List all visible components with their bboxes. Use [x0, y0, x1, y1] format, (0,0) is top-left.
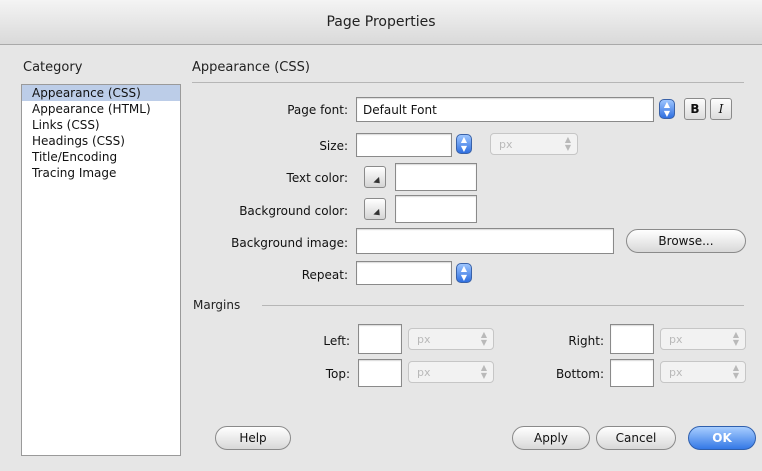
left-margin-label: Left: [323, 334, 350, 348]
margins-divider [262, 305, 744, 306]
background-image-field[interactable] [356, 228, 614, 254]
page-font-value: Default Font [363, 103, 437, 117]
category-item-title-encoding[interactable]: Title/Encoding [22, 149, 180, 165]
left-margin-unit: px [417, 333, 431, 346]
help-button[interactable]: Help [215, 426, 291, 450]
top-margin-unit: px [417, 366, 431, 379]
browse-button[interactable]: Browse... [626, 229, 746, 253]
right-margin-unit-select: px ▲ ▼ [660, 328, 746, 350]
category-list: Appearance (CSS) Appearance (HTML) Links… [21, 84, 181, 456]
size-unit-select: px ▲ ▼ [490, 133, 578, 155]
repeat-label: Repeat: [301, 268, 348, 282]
category-item-links-css[interactable]: Links (CSS) [22, 117, 180, 133]
bottom-margin-unit-arrows-icon: ▲ ▼ [732, 363, 739, 380]
background-color-field[interactable] [395, 195, 477, 223]
background-color-label: Background color: [239, 204, 348, 218]
page-font-field[interactable]: Default Font [356, 97, 654, 122]
right-margin-unit-arrows-icon: ▲ ▼ [732, 330, 739, 347]
bottom-margin-field[interactable] [610, 359, 654, 387]
ok-button[interactable]: OK [688, 426, 756, 450]
bottom-margin-unit: px [669, 366, 683, 379]
margins-heading: Margins [193, 298, 241, 312]
right-margin-label: Right: [568, 334, 604, 348]
category-item-appearance-css[interactable]: Appearance (CSS) [22, 85, 180, 101]
bottom-margin-label: Bottom: [555, 367, 604, 381]
text-color-picker[interactable] [364, 166, 386, 188]
category-item-appearance-html[interactable]: Appearance (HTML) [22, 101, 180, 117]
repeat-select[interactable] [356, 261, 452, 285]
background-image-label: Background image: [231, 236, 348, 250]
size-unit: px [499, 138, 513, 151]
category-item-headings-css[interactable]: Headings (CSS) [22, 133, 180, 149]
size-dropdown[interactable]: ▲ ▼ [456, 134, 472, 154]
background-color-picker[interactable] [364, 198, 386, 220]
apply-button[interactable]: Apply [512, 426, 590, 450]
top-margin-label: Top: [325, 367, 350, 381]
size-field[interactable] [356, 133, 452, 157]
size-label: Size: [319, 139, 348, 153]
top-margin-field[interactable] [358, 359, 402, 387]
top-margin-unit-select: px ▲ ▼ [408, 361, 494, 383]
cancel-button[interactable]: Cancel [596, 426, 676, 450]
section-divider [192, 82, 744, 83]
category-item-tracing-image[interactable]: Tracing Image [22, 165, 180, 181]
page-font-dropdown[interactable]: ▲ ▼ [659, 99, 675, 119]
top-margin-unit-arrows-icon: ▲ ▼ [480, 363, 487, 380]
text-color-label: Text color: [286, 171, 348, 185]
bold-button[interactable]: B [684, 98, 706, 120]
window-title: Page Properties [0, 0, 762, 45]
right-margin-unit: px [669, 333, 683, 346]
section-title: Appearance (CSS) [192, 60, 310, 75]
size-unit-arrows-icon: ▲ ▼ [564, 135, 571, 152]
repeat-dropdown[interactable]: ▲ ▼ [456, 263, 472, 283]
page-font-label: Page font: [287, 103, 348, 117]
left-margin-field[interactable] [358, 324, 402, 354]
right-margin-field[interactable] [610, 324, 654, 354]
left-margin-unit-arrows-icon: ▲ ▼ [480, 330, 487, 347]
bottom-margin-unit-select: px ▲ ▼ [660, 361, 746, 383]
italic-button[interactable]: I [710, 98, 732, 120]
category-heading: Category [23, 60, 83, 75]
left-margin-unit-select: px ▲ ▼ [408, 328, 494, 350]
text-color-field[interactable] [395, 163, 477, 191]
